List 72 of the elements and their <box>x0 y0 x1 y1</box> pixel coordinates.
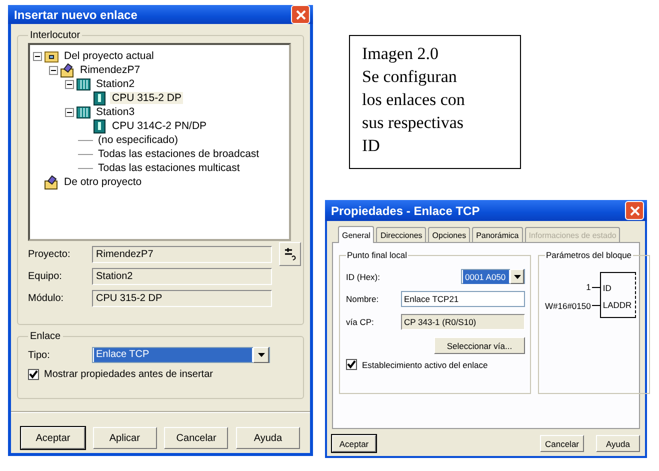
parameter-value: 1 <box>586 282 591 292</box>
caret-icon <box>258 353 264 357</box>
expander-toggle[interactable] <box>49 66 58 74</box>
station-icon <box>76 104 91 120</box>
tree-item[interactable]: RimendezP7 <box>78 64 142 76</box>
tab[interactable]: General <box>338 226 374 243</box>
partner-list-button[interactable] <box>279 242 301 266</box>
tab[interactable]: Direcciones <box>376 227 426 242</box>
tab[interactable]: Panorámica <box>472 227 523 242</box>
checkbox-label: Mostrar propiedades antes de insertar <box>44 369 213 380</box>
tree-item[interactable]: Station3 <box>94 106 137 118</box>
tree-item[interactable]: CPU 314C-2 PN/DP <box>110 120 209 132</box>
dialog-button[interactable]: Cancelar <box>540 435 584 452</box>
close-icon <box>296 10 306 20</box>
check-icon <box>29 370 38 379</box>
dialog-button[interactable]: Cancelar <box>164 427 228 449</box>
select-path-button[interactable]: Seleccionar vía... <box>434 337 525 354</box>
cpu-module-icon <box>92 90 107 106</box>
caret-icon <box>514 274 520 278</box>
project-icon <box>44 174 59 190</box>
dialog-button[interactable]: Ayuda <box>596 435 640 452</box>
cpu-module-icon <box>92 118 107 134</box>
expander-toggle[interactable] <box>33 52 42 60</box>
folder-icon <box>44 48 59 64</box>
field-label: Módulo: <box>28 293 65 304</box>
tree-item[interactable]: (no especificado) <box>96 134 180 146</box>
tree-item[interactable]: CPU 315-2 DP <box>110 92 184 104</box>
field-label: vía CP: <box>346 317 375 327</box>
dropdown[interactable]: Enlace TCP <box>92 347 270 363</box>
expander-toggle[interactable] <box>65 108 74 116</box>
tree-item[interactable]: Del proyecto actual <box>62 50 156 62</box>
readonly-field: CPU 315-2 DP <box>92 290 272 307</box>
station-icon <box>76 76 91 92</box>
field-label: Equipo: <box>28 271 63 282</box>
input-field[interactable]: Enlace TCP21 <box>401 291 525 307</box>
readonly-field: Station2 <box>92 268 272 285</box>
readonly-field: CP 343-1 (R0/S10) <box>401 314 525 330</box>
parameter-value: W#16#0150 <box>545 300 591 311</box>
tree-item[interactable]: Station2 <box>94 78 137 90</box>
group-title: Punto final local <box>346 250 408 260</box>
group-title: Parámetros del bloque <box>545 250 633 260</box>
pin-label: ID <box>602 282 612 295</box>
dialog-button[interactable]: Aceptar <box>21 427 85 449</box>
field-label: Nombre: <box>346 294 380 304</box>
close-button[interactable] <box>625 201 644 220</box>
field-label: ID (Hex): <box>346 272 381 282</box>
caption-text: Imagen 2.0 Se configuran los enlaces con sus respectivas ID <box>362 43 466 157</box>
field-label: Tipo: <box>28 350 51 360</box>
dialog-button[interactable]: Ayuda <box>236 427 300 449</box>
window-title: Insertar nuevo enlace <box>14 8 138 22</box>
dialog-button[interactable]: Aceptar <box>332 435 376 452</box>
toggle-icon <box>283 247 297 261</box>
close-button[interactable] <box>291 5 310 24</box>
close-icon <box>630 206 640 216</box>
tab[interactable]: Opciones <box>428 227 470 242</box>
field-label: Proyecto: <box>28 249 72 260</box>
group-title: Enlace <box>29 331 62 342</box>
tree-item[interactable]: De otro proyecto <box>62 176 144 188</box>
checkbox[interactable] <box>346 359 357 370</box>
group-title: Interlocutor <box>29 30 82 41</box>
expander-toggle[interactable] <box>65 80 74 88</box>
pin-label: LADDR <box>602 299 632 312</box>
dialog-button[interactable]: Aplicar <box>92 427 157 449</box>
tree-item[interactable]: Todas las estaciones multicast <box>96 162 242 174</box>
window-title: Propiedades - Enlace TCP <box>331 204 480 218</box>
project-icon <box>60 62 75 78</box>
dropdown[interactable]: 0001 A050 <box>461 269 525 284</box>
check-icon <box>347 360 356 369</box>
checkbox-label: Establecimiento activo del enlace <box>362 360 488 370</box>
tree-item[interactable]: Todas las estaciones de broadcast <box>96 148 262 160</box>
checkbox[interactable] <box>28 369 39 380</box>
readonly-field: RimendezP7 <box>92 246 272 263</box>
